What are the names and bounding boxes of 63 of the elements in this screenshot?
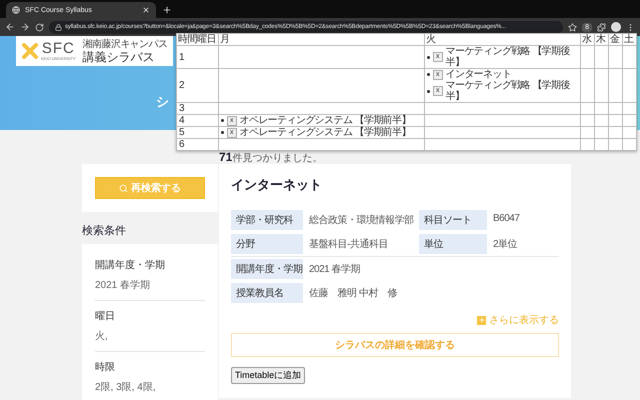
condition-label: 開講年度・学期 [95,258,166,272]
search-icon [119,184,128,192]
logo-subtitle: 湘南藤沢キャンパス [82,38,168,50]
course-title: インターネット [231,176,323,194]
logo-title: 講義シラバス [82,50,156,64]
globe-icon [12,6,20,14]
star-icon[interactable] [568,22,578,32]
bullet-icon [427,73,430,76]
column-header: 火 [424,34,580,46]
bullet-icon [427,90,430,92]
course-entry: オペレーティングシステム 【学期前半】 [240,127,411,138]
bullet-icon [221,119,224,122]
period-cell: 1 [176,46,218,68]
new-tab-icon[interactable] [162,5,172,15]
close-icon[interactable] [142,6,150,14]
condition-label: 時限 [95,360,116,374]
logo-wordmark: SFC [42,41,75,56]
info-label: 科目ソート [419,210,487,230]
column-header: 土 [622,34,636,46]
condition-value: 火, [95,330,109,343]
column-header: 時間曜日 [176,34,218,46]
period-cell: 2 [176,68,218,102]
info-label: 単位 [419,234,487,254]
bullet-icon [221,131,224,134]
info-label: 開講年度・学期 [231,259,303,279]
conditions-heading: 検索条件 [82,224,127,238]
course-entry: インターネット [446,69,512,80]
avatar-icon[interactable] [611,22,621,32]
condition-label: 曜日 [95,310,116,323]
back-icon[interactable] [5,22,15,32]
puzzle-icon[interactable] [597,22,606,32]
result-count-text: 件見つかりました。 [232,152,322,165]
info-value: 総合政策・環境情報学部 [308,214,414,228]
info-label: 授業教員名 [231,283,303,303]
condition-value: 2021 春学期 [95,278,152,292]
period-cell: 6 [176,138,218,150]
forward-icon[interactable] [20,22,30,32]
reload-icon[interactable] [35,22,44,32]
bullet-icon [427,56,430,58]
cross-logo-icon [22,43,38,59]
column-header: 木 [594,34,608,46]
info-label: 学部・研究科 [231,210,303,230]
lock-icon [55,24,62,30]
course-entry: オペレーティングシステム 【学期前半】 [240,115,411,126]
info-value: B6047 [492,212,520,226]
result-count: 71 [219,150,232,164]
info-value: 2単位 [492,238,518,252]
info-value: 佐藤 雅明 中村 修 [308,286,398,301]
condition-value: 2限, 3限, 4限, [95,381,157,394]
column-header: 月 [218,34,424,46]
banner-title: シ [156,93,169,111]
course-entry: マーケティング戦略 【学期後半】 [446,46,571,68]
plus-icon [477,316,486,324]
info-label: 分野 [231,234,303,254]
info-value: 2021 春学期 [308,262,362,277]
period-cell: 3 [176,102,218,114]
add-timetable-button[interactable]: Timetableに追加 [231,367,306,384]
column-header: 金 [608,34,622,46]
period-cell: 4 [176,114,218,126]
column-header: 水 [580,34,594,46]
course-entry: マーケティング戦略 【学期後半】 [446,80,571,102]
info-value: 基盤科目-共通科目 [308,238,389,252]
period-cell: 5 [176,126,218,138]
